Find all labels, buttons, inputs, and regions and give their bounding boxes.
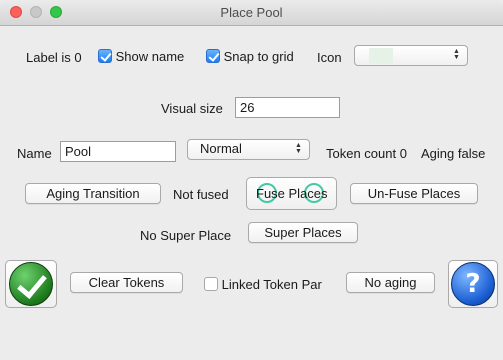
help-button[interactable]: ?	[448, 260, 498, 308]
icon-swatch	[369, 48, 393, 64]
icon-select[interactable]: ▲ ▼	[354, 45, 468, 66]
icon-label: Icon	[317, 50, 342, 65]
select-arrows-icon: ▲ ▼	[453, 48, 460, 61]
label-count-text: Label is 0	[26, 50, 82, 65]
linked-token-label: Linked Token Par	[221, 277, 322, 292]
clear-tokens-button[interactable]: Clear Tokens	[70, 272, 183, 293]
snap-to-grid-label: Snap to grid	[223, 49, 294, 64]
name-input[interactable]: Pool	[60, 141, 176, 162]
mode-select-value: Normal	[200, 141, 242, 156]
mode-select[interactable]: Normal ▲ ▼	[187, 139, 310, 160]
show-name-label: Show name	[115, 49, 185, 64]
visual-size-label: Visual size	[161, 101, 223, 116]
linked-token-checkbox[interactable]: Linked Token Par	[204, 277, 322, 292]
title-bar: Place Pool	[0, 0, 503, 26]
show-name-checkbox[interactable]: Show name	[98, 49, 184, 64]
token-count-text: Token count 0	[326, 146, 407, 161]
aging-status-text: Aging false	[421, 146, 486, 161]
select-arrows-icon: ▲ ▼	[295, 142, 302, 155]
no-aging-button[interactable]: No aging	[346, 272, 435, 293]
show-name-check-icon[interactable]	[98, 49, 112, 63]
fuse-places-label: Fuse Places	[256, 186, 328, 201]
ok-button[interactable]	[5, 260, 57, 308]
unfuse-places-button[interactable]: Un-Fuse Places	[350, 183, 478, 204]
name-label: Name	[17, 146, 52, 161]
aging-transition-button[interactable]: Aging Transition	[25, 183, 161, 204]
super-place-status-text: No Super Place	[140, 228, 232, 243]
visual-size-input[interactable]: 26	[235, 97, 340, 118]
snap-to-grid-checkbox[interactable]: Snap to grid	[206, 49, 294, 64]
super-places-button[interactable]: Super Places	[248, 222, 358, 243]
snap-to-grid-check-icon[interactable]	[206, 49, 220, 63]
fuse-places-button[interactable]: Fuse Places	[246, 177, 337, 210]
linked-token-check-icon[interactable]	[204, 277, 218, 291]
window-title: Place Pool	[220, 5, 283, 20]
green-check-icon	[9, 262, 53, 306]
fused-status-text: Not fused	[173, 187, 229, 202]
blue-question-icon: ?	[451, 262, 495, 306]
